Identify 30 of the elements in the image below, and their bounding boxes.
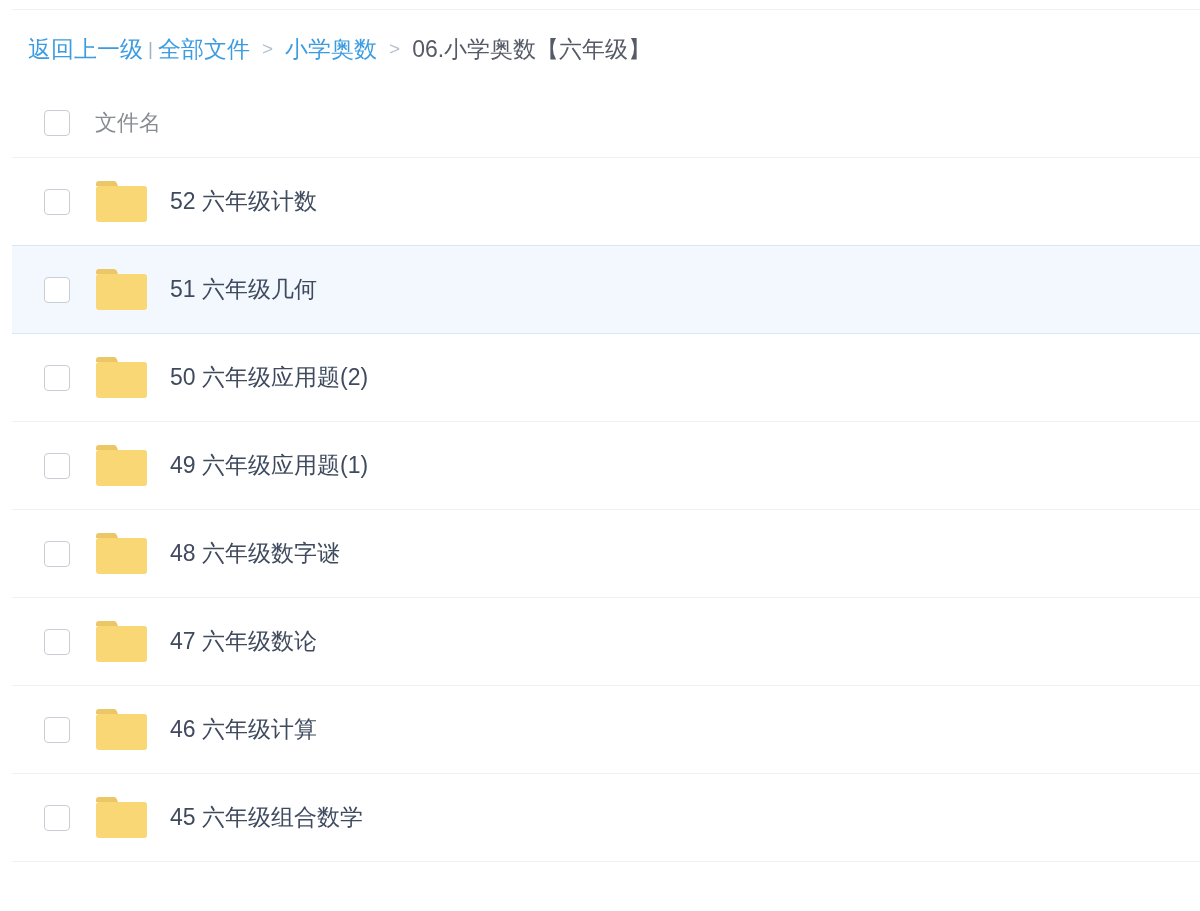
folder-name[interactable]: 50 六年级应用题(2) bbox=[170, 360, 369, 395]
checkbox[interactable] bbox=[44, 716, 70, 743]
checkbox[interactable] bbox=[44, 276, 70, 303]
checkbox[interactable] bbox=[44, 364, 70, 391]
checkbox[interactable] bbox=[44, 188, 70, 215]
breadcrumb-current: 06.小学奥数【六年级】 bbox=[412, 34, 652, 64]
folder-icon bbox=[96, 709, 147, 750]
folder-name[interactable]: 49 六年级应用题(1) bbox=[170, 448, 369, 483]
folder-name[interactable]: 47 六年级数论 bbox=[170, 624, 317, 659]
folder-name[interactable]: 46 六年级计算 bbox=[170, 712, 317, 747]
folder-name[interactable]: 51 六年级几何 bbox=[170, 272, 317, 307]
folder-name[interactable]: 52 六年级计数 bbox=[170, 184, 317, 219]
breadcrumb-separator: > bbox=[389, 36, 401, 61]
folder-row[interactable]: 51 六年级几何 bbox=[12, 246, 1200, 334]
folder-name[interactable]: 48 六年级数字谜 bbox=[170, 536, 340, 571]
checkbox[interactable] bbox=[44, 109, 70, 136]
folder-icon bbox=[96, 445, 147, 486]
folder-icon bbox=[96, 797, 147, 838]
checkbox[interactable] bbox=[44, 540, 70, 567]
folder-name[interactable]: 45 六年级组合数学 bbox=[170, 800, 363, 835]
checkbox[interactable] bbox=[44, 804, 70, 831]
checkbox[interactable] bbox=[44, 628, 70, 655]
folder-icon bbox=[96, 181, 147, 222]
checkbox[interactable] bbox=[44, 452, 70, 479]
folder-icon bbox=[96, 621, 147, 662]
breadcrumb-divider: | bbox=[148, 36, 153, 61]
folder-icon bbox=[96, 533, 147, 574]
folder-icon bbox=[96, 269, 147, 310]
folder-icon bbox=[96, 357, 147, 398]
breadcrumb-separator: > bbox=[261, 36, 274, 61]
